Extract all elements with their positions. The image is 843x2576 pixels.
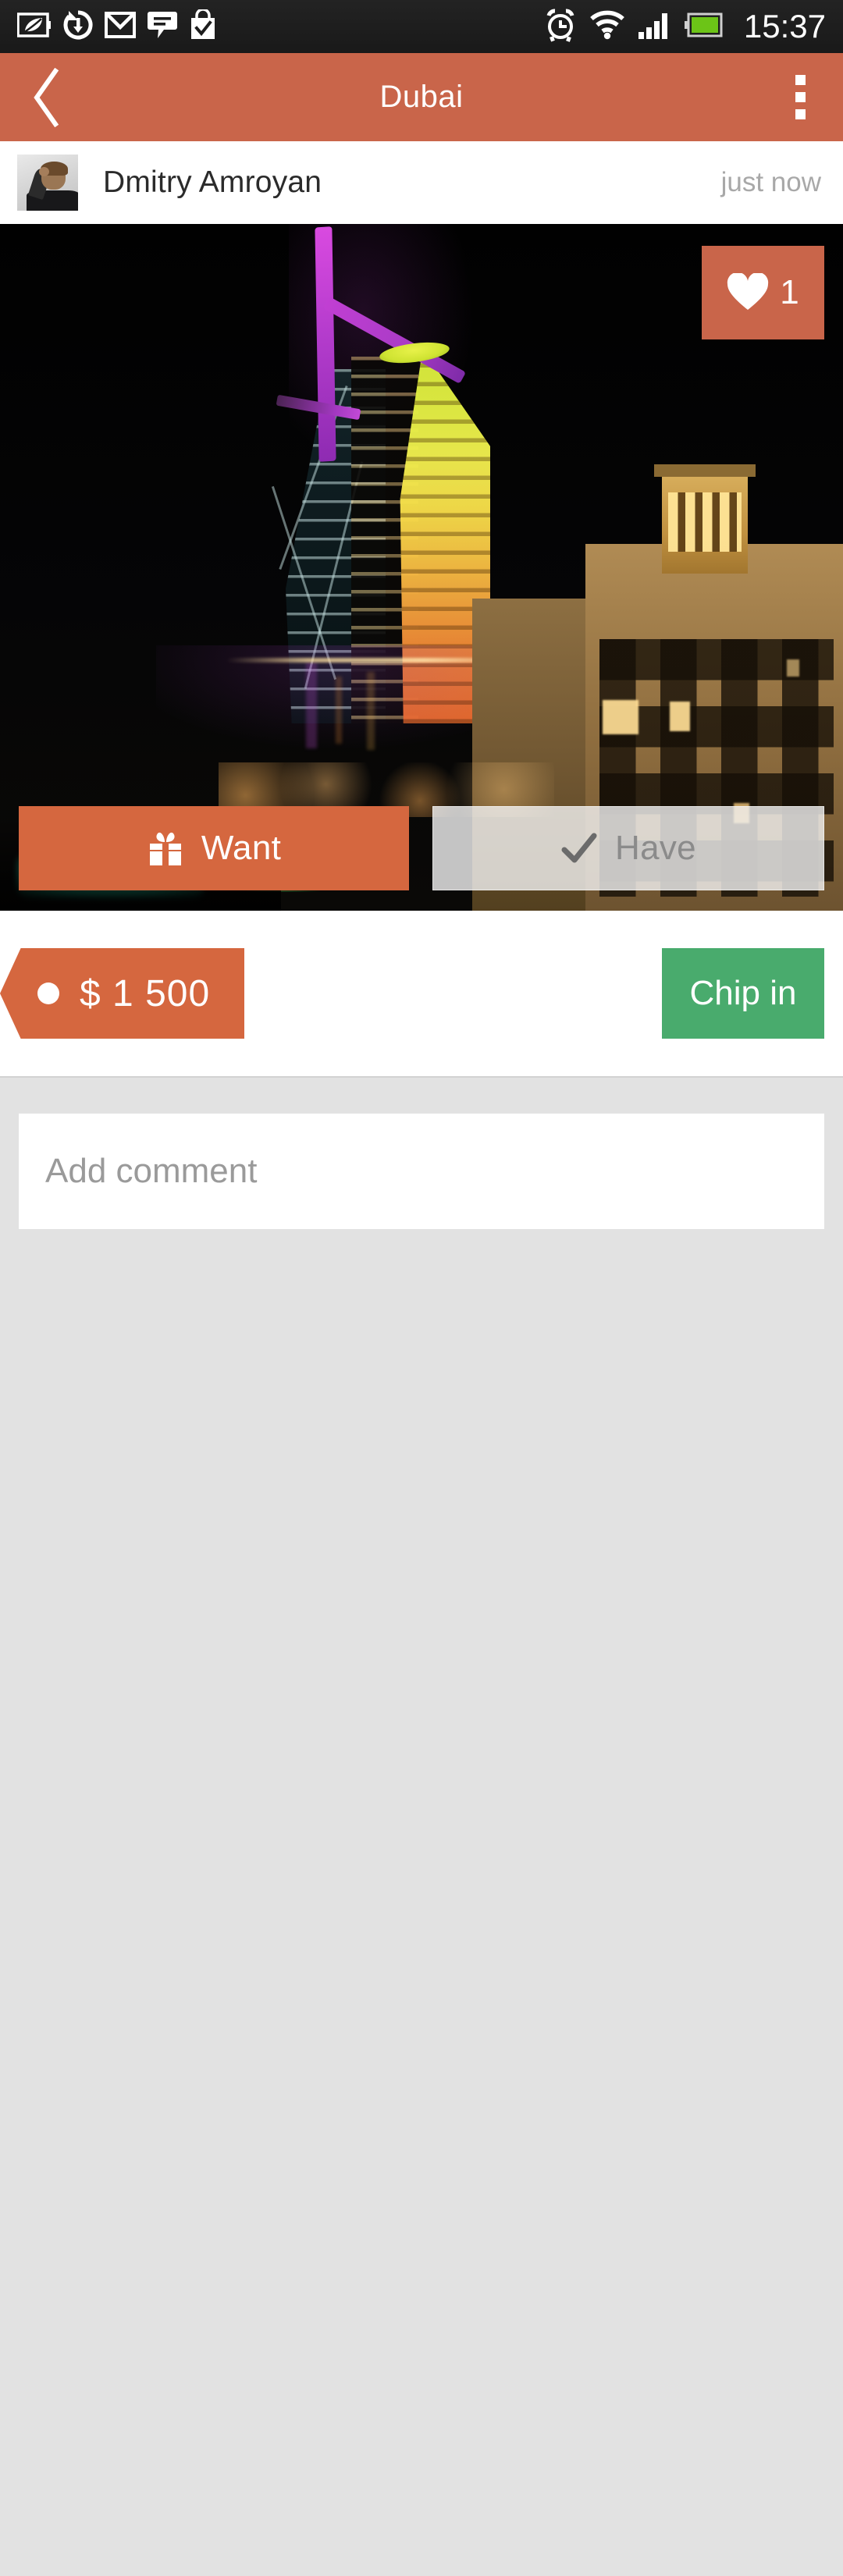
cellular-signal-icon	[638, 10, 672, 44]
post-action-buttons: Want Have	[0, 806, 843, 890]
menu-dot-icon	[795, 109, 806, 119]
status-bar-left-icons	[16, 7, 217, 44]
check-icon	[561, 833, 597, 863]
messages-icon	[147, 10, 178, 44]
chip-in-button[interactable]: Chip in	[662, 948, 824, 1039]
comment-section: Add comment	[0, 1078, 843, 2576]
status-bar-right-icons: 15:37	[544, 8, 826, 46]
price-amount: $ 1 500	[80, 972, 211, 1014]
have-button[interactable]: Have	[432, 806, 824, 890]
app-bar: Dubai	[0, 53, 843, 141]
gmail-icon	[105, 11, 136, 42]
water-reflection	[336, 677, 342, 744]
sync-icon	[62, 9, 94, 44]
menu-dot-icon	[795, 75, 806, 85]
post-timestamp: just now	[720, 167, 821, 197]
shopping-bag-check-icon	[189, 7, 217, 44]
page-title: Dubai	[379, 80, 464, 114]
add-comment-input[interactable]: Add comment	[19, 1114, 824, 1229]
post-author-row[interactable]: Dmitry Amroyan just now	[0, 141, 843, 224]
lit-window	[603, 700, 638, 734]
menu-dot-icon	[795, 92, 806, 102]
status-bar-clock: 15:37	[743, 8, 826, 44]
chevron-left-icon	[34, 67, 59, 127]
like-count: 1	[780, 273, 799, 311]
water-reflection	[306, 663, 317, 748]
price-tag[interactable]: $ 1 500	[0, 948, 245, 1039]
avatar[interactable]	[17, 155, 78, 211]
like-badge[interactable]: 1	[702, 246, 824, 339]
add-comment-placeholder: Add comment	[45, 1152, 258, 1190]
battery-icon	[684, 12, 724, 41]
lit-window	[787, 659, 799, 677]
lit-window	[670, 702, 690, 731]
back-button[interactable]	[0, 53, 94, 141]
heart-icon	[727, 273, 769, 310]
price-tag-hole-icon	[37, 982, 59, 1004]
wifi-icon	[589, 10, 625, 44]
post-photo[interactable]: 1 Want Have	[0, 224, 843, 911]
overflow-menu-button[interactable]	[757, 53, 843, 141]
status-bar: 15:37	[0, 0, 843, 53]
price-row: $ 1 500 Chip in	[0, 911, 843, 1076]
want-button[interactable]: Want	[19, 806, 409, 890]
chip-in-label: Chip in	[689, 974, 797, 1012]
gift-icon	[149, 832, 181, 865]
author-name: Dmitry Amroyan	[103, 165, 322, 199]
water-reflection	[367, 672, 375, 750]
want-button-label: Want	[201, 829, 282, 867]
alarm-clock-icon	[544, 8, 577, 46]
have-button-label: Have	[615, 829, 696, 867]
power-saving-leaf-icon	[16, 12, 52, 42]
wind-tower-lights	[668, 492, 742, 552]
